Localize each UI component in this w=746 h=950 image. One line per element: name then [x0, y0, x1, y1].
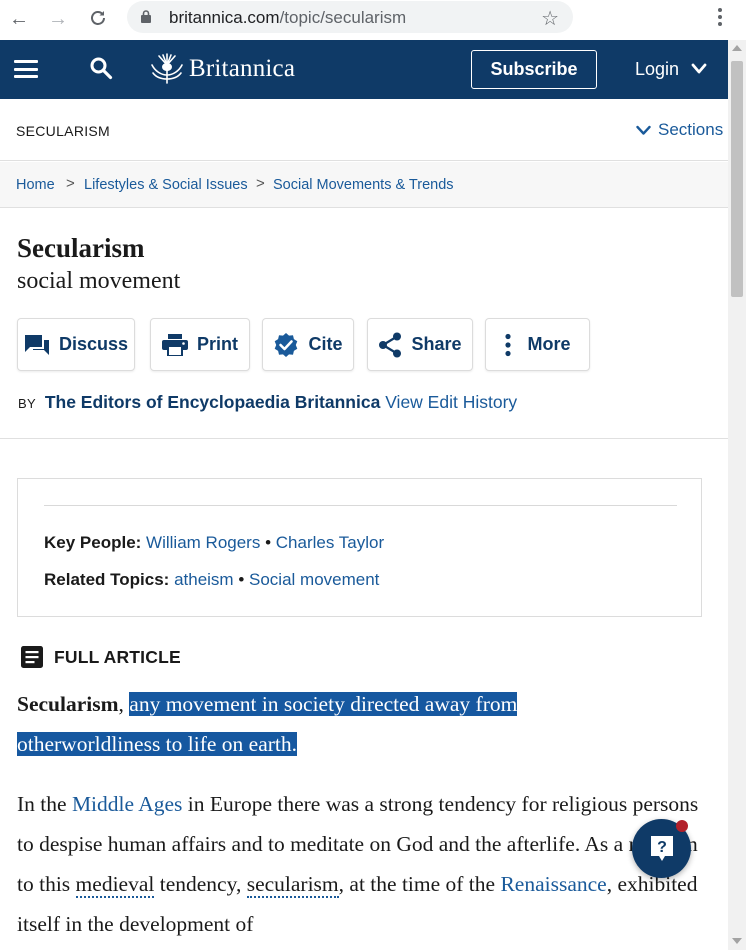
- highlighted-text[interactable]: otherworldliness to life on earth.: [17, 732, 298, 756]
- print-icon: [161, 333, 188, 356]
- article-icon: [21, 646, 43, 668]
- share-button[interactable]: Share: [367, 318, 473, 371]
- related-topic-link[interactable]: Social movement: [249, 570, 379, 589]
- sections-button[interactable]: Sections: [636, 120, 723, 140]
- scroll-thumb[interactable]: [731, 61, 743, 297]
- article-paragraph: In the Middle Ages in Europe there was a…: [17, 784, 707, 944]
- text-run: In the: [17, 792, 72, 816]
- page-scrollbar[interactable]: [728, 40, 746, 950]
- text-run: tendency,: [154, 872, 247, 896]
- breadcrumb-separator: >: [66, 175, 75, 192]
- lock-icon: [141, 10, 151, 23]
- discuss-icon: [24, 334, 49, 355]
- text-run: , at the time of the: [338, 872, 501, 896]
- cite-icon: [275, 332, 298, 357]
- share-label: Share: [411, 334, 462, 354]
- highlighted-text[interactable]: any movement in society directed away fr…: [129, 692, 518, 716]
- topic-bar: SECULARISM Sections: [0, 99, 728, 161]
- chevron-down-icon[interactable]: [691, 63, 707, 75]
- help-icon: ?: [651, 836, 673, 861]
- lead-term: Secularism: [17, 692, 119, 716]
- byline-authors-link[interactable]: The Editors of Encyclopaedia Britannica: [45, 392, 381, 412]
- renaissance-link[interactable]: Renaissance: [500, 872, 606, 896]
- star-icon[interactable]: ☆: [541, 6, 559, 31]
- search-icon[interactable]: [89, 56, 113, 80]
- print-button[interactable]: Print: [150, 318, 250, 371]
- page-subtitle: social movement: [17, 268, 181, 294]
- url-text: britannica.com/topic/secularism: [169, 8, 407, 27]
- page-title: Secularism: [17, 233, 145, 263]
- discuss-label: Discuss: [58, 334, 129, 354]
- more-label: More: [527, 334, 571, 354]
- topic-label: SECULARISM: [16, 123, 111, 139]
- scroll-down-icon[interactable]: [732, 938, 742, 944]
- back-arrow-icon[interactable]: ←: [8, 8, 30, 30]
- full-article-label: FULL ARTICLE: [54, 646, 181, 667]
- logo-text: Britannica: [189, 55, 296, 82]
- thistle-logo-icon: [151, 53, 183, 84]
- site-header: Britannica Subscribe Login: [0, 40, 728, 99]
- medieval-definition-link[interactable]: medieval: [75, 872, 155, 898]
- article-lead-paragraph: Secularism, any movement in society dire…: [17, 684, 617, 764]
- lead-comma: ,: [118, 692, 124, 716]
- related-topics-row: Related Topics: atheism • Social movemen…: [44, 570, 379, 590]
- divider: [44, 505, 677, 506]
- sections-label: Sections: [658, 120, 724, 139]
- subscribe-button[interactable]: Subscribe: [471, 50, 597, 89]
- discuss-button[interactable]: Discuss: [17, 318, 135, 371]
- key-person-link[interactable]: William Rogers: [146, 533, 260, 552]
- related-topic-link[interactable]: atheism: [174, 570, 234, 589]
- bullet: •: [238, 570, 245, 589]
- breadcrumb-home[interactable]: Home: [16, 177, 55, 193]
- scroll-up-icon[interactable]: [732, 45, 742, 51]
- breadcrumb: Home > Lifestyles & Social Issues > Soci…: [0, 162, 728, 208]
- chevron-down-icon: [636, 125, 651, 135]
- notification-dot: [676, 820, 688, 832]
- byline: BY The Editors of Encyclopaedia Britanni…: [18, 392, 517, 413]
- cite-label: Cite: [308, 334, 343, 354]
- key-person-link[interactable]: Charles Taylor: [276, 533, 384, 552]
- browser-menu-icon[interactable]: [712, 6, 728, 28]
- breadcrumb-social-movements[interactable]: Social Movements & Trends: [273, 177, 454, 193]
- edit-history-link[interactable]: View Edit History: [385, 392, 517, 412]
- byline-by: BY: [18, 396, 36, 411]
- britannica-logo[interactable]: Britannica: [149, 52, 295, 86]
- related-topics-label: Related Topics:: [44, 570, 170, 589]
- address-bar[interactable]: britannica.com/topic/secularism ☆: [127, 1, 573, 33]
- forward-arrow-icon[interactable]: →: [47, 8, 69, 30]
- breadcrumb-separator: >: [256, 175, 265, 192]
- bullet: •: [265, 533, 272, 552]
- key-facts-box: Key People: William Rogers • Charles Tay…: [17, 478, 702, 617]
- divider: [0, 438, 728, 439]
- cite-button[interactable]: Cite: [262, 318, 354, 371]
- svg-text:?: ?: [657, 839, 667, 856]
- full-article-heading: FULL ARTICLE: [20, 645, 181, 669]
- more-icon: [505, 333, 512, 356]
- key-people-row: Key People: William Rogers • Charles Tay…: [44, 533, 384, 553]
- print-label: Print: [196, 334, 238, 354]
- reload-icon[interactable]: [87, 8, 109, 30]
- login-button[interactable]: Login: [635, 59, 679, 80]
- secularism-definition-link[interactable]: secularism: [246, 872, 339, 898]
- menu-icon[interactable]: [14, 60, 38, 78]
- middle-ages-link[interactable]: Middle Ages: [72, 792, 182, 816]
- share-icon: [379, 332, 402, 357]
- more-button[interactable]: More: [485, 318, 590, 371]
- browser-toolbar: ← → britannica.com/topic/secularism ☆: [0, 0, 746, 40]
- key-people-label: Key People:: [44, 533, 142, 552]
- help-button[interactable]: ?: [632, 819, 691, 878]
- breadcrumb-lifestyles[interactable]: Lifestyles & Social Issues: [84, 177, 248, 193]
